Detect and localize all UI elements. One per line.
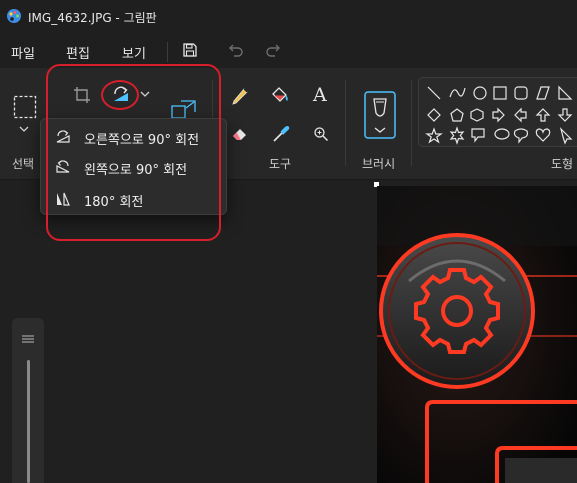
text-tool-icon[interactable]: A (313, 84, 327, 106)
resize-icon[interactable] (171, 100, 197, 120)
menu-divider (167, 42, 168, 62)
ribbon-divider (345, 80, 346, 166)
undo-icon[interactable] (228, 42, 244, 58)
selection-chevron-down-icon[interactable] (19, 126, 29, 133)
rotate-left-label: 왼쪽으로 90° 회전 (84, 163, 188, 178)
rotate-180-item[interactable]: 180° 회전 (47, 185, 222, 213)
tools-group-label: 도구 (269, 157, 292, 171)
shapes-gallery[interactable] (418, 77, 577, 147)
menu-bar: 파일 편집 보기 (0, 34, 577, 68)
rotate-menu: 오른쪽으로 90° 회전 왼쪽으로 90° 회전 180° 회전 (40, 118, 227, 215)
rectangle-select-icon[interactable] (13, 95, 37, 119)
canvas-image (377, 186, 577, 483)
rotate-180-label: 180° 회전 (84, 195, 144, 210)
rotate-right-icon (56, 130, 70, 143)
zoom-slider-grip-icon[interactable] (21, 334, 35, 344)
brushes-group-label: 브러시 (362, 157, 396, 171)
fill-bucket-icon[interactable] (270, 85, 290, 105)
eraser-icon[interactable] (230, 124, 250, 144)
rotate-chevron-down-icon[interactable] (140, 91, 150, 98)
save-icon[interactable] (182, 42, 198, 58)
pencil-icon[interactable] (230, 85, 250, 105)
title-bar: IMG_4632.JPG - 그림판 (0, 0, 577, 34)
window-title: IMG_4632.JPG - 그림판 (28, 11, 157, 25)
redo-icon[interactable] (265, 42, 281, 58)
shapes-group-label: 도형 (551, 157, 574, 171)
zoom-slider-bar[interactable] (27, 360, 30, 483)
color-picker-icon[interactable] (271, 124, 291, 144)
menu-file[interactable]: 파일 (11, 43, 35, 62)
ribbon-divider (411, 80, 412, 166)
brush-icon[interactable] (364, 91, 396, 139)
menu-edit[interactable]: 편집 (66, 43, 90, 62)
rotate-left-item[interactable]: 왼쪽으로 90° 회전 (47, 153, 222, 181)
magnifier-icon[interactable] (313, 126, 329, 142)
crop-icon[interactable] (73, 86, 91, 104)
rotate-180-icon (57, 192, 70, 206)
menu-view[interactable]: 보기 (122, 43, 146, 62)
rotate-left-icon (56, 160, 70, 173)
rotate-icon[interactable] (111, 85, 131, 105)
rotate-right-item[interactable]: 오른쪽으로 90° 회전 (47, 123, 222, 151)
paint-palette-icon (7, 9, 21, 23)
gear-icon-photo (377, 186, 577, 483)
selection-group-label: 선택 (12, 157, 35, 171)
rotate-right-label: 오른쪽으로 90° 회전 (84, 133, 200, 148)
